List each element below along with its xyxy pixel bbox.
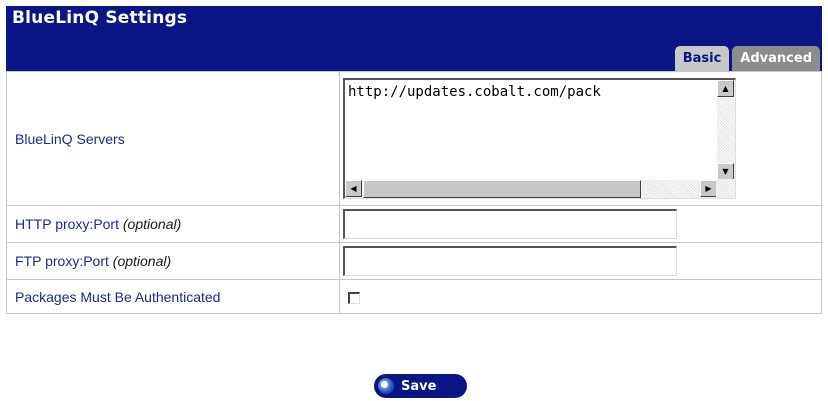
row-auth: Packages Must Be Authenticated <box>6 279 822 314</box>
save-button[interactable]: Save <box>374 374 467 398</box>
auth-field-cell <box>339 279 822 314</box>
ftp-proxy-label-text: FTP proxy:Port <box>15 253 109 269</box>
http-proxy-input[interactable] <box>343 209 677 239</box>
ftp-proxy-input[interactable] <box>343 246 677 276</box>
save-bullet-icon <box>378 378 394 394</box>
auth-label: Packages Must Be Authenticated <box>6 279 340 314</box>
row-servers: BlueLinQ Servers http://updates.cobalt.c… <box>6 71 822 206</box>
save-button-label: Save <box>401 378 437 394</box>
http-proxy-optional: (optional) <box>122 216 182 232</box>
row-ftp-proxy: FTP proxy:Port (optional) <box>6 242 822 280</box>
vertical-scrollbar[interactable]: ▲ ▼ <box>717 80 735 180</box>
http-proxy-label: HTTP proxy:Port (optional) <box>6 205 340 243</box>
scrollbar-corner <box>716 179 735 198</box>
scroll-down-icon[interactable]: ▼ <box>717 163 734 180</box>
servers-textarea-text: http://updates.cobalt.com/pack <box>348 84 601 100</box>
scroll-up-icon[interactable]: ▲ <box>717 80 734 97</box>
http-proxy-label-text: HTTP proxy:Port <box>15 216 119 232</box>
servers-label: BlueLinQ Servers <box>6 71 340 206</box>
scroll-right-icon[interactable]: ▶ <box>700 180 717 197</box>
http-proxy-field-cell <box>339 205 822 243</box>
page-title: BlueLinQ Settings <box>12 8 188 28</box>
ftp-proxy-optional: (optional) <box>112 253 172 269</box>
row-http-proxy: HTTP proxy:Port (optional) <box>6 205 822 243</box>
ftp-proxy-label: FTP proxy:Port (optional) <box>6 242 340 280</box>
ftp-proxy-field-cell <box>339 242 822 280</box>
horizontal-scrollbar[interactable]: ◀ ▶ <box>345 180 717 198</box>
tab-basic[interactable]: Basic <box>674 46 730 71</box>
auth-checkbox[interactable] <box>348 292 360 305</box>
scroll-left-icon[interactable]: ◀ <box>345 180 362 197</box>
header-bar: BlueLinQ Settings Basic Advanced <box>6 6 822 71</box>
settings-table: BlueLinQ Servers http://updates.cobalt.c… <box>6 71 822 314</box>
servers-textarea[interactable]: http://updates.cobalt.com/pack ▲ ▼ ◀ ▶ <box>343 78 736 199</box>
tab-advanced[interactable]: Advanced <box>732 46 820 71</box>
tab-bar: Basic Advanced <box>672 46 820 71</box>
horizontal-scroll-thumb[interactable] <box>363 180 641 198</box>
save-area: Save <box>374 374 467 398</box>
settings-panel: BlueLinQ Settings Basic Advanced BlueLin… <box>6 6 822 314</box>
servers-field-cell: http://updates.cobalt.com/pack ▲ ▼ ◀ ▶ <box>339 71 822 206</box>
